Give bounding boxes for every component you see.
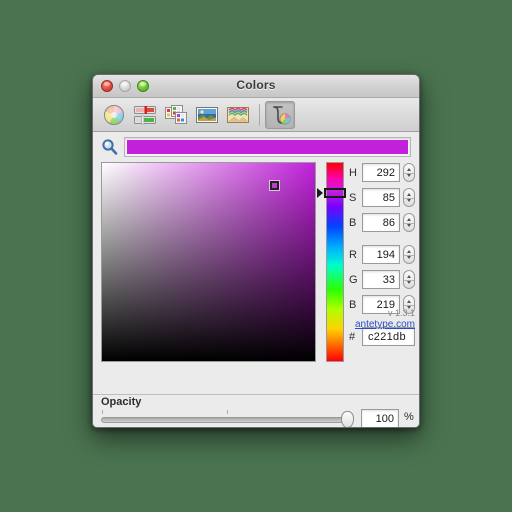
brightness-field[interactable]: 86 <box>362 213 400 232</box>
image-palettes-icon <box>196 106 218 123</box>
colors-panel-window: Colors H 292 S 85 B 86 R 194 G 33 B 219 … <box>92 74 420 428</box>
color-wheel-icon <box>104 104 124 125</box>
saturation-brightness-area[interactable] <box>101 162 316 362</box>
green-field[interactable]: 33 <box>362 270 400 289</box>
brightness-label: B <box>349 216 357 229</box>
green-stepper[interactable] <box>403 270 415 289</box>
hue-field[interactable]: 292 <box>362 163 400 182</box>
opacity-label: Opacity <box>101 396 142 408</box>
antetype-website-link[interactable]: antetype.com <box>343 319 415 330</box>
red-label: R <box>349 248 357 261</box>
search-row <box>93 132 419 161</box>
antetype-picker-icon <box>273 105 291 124</box>
toolbar-separator <box>259 103 260 126</box>
crayons-icon <box>227 106 249 123</box>
version-label: v 1.3.1 <box>387 308 415 318</box>
hue-selection-marker[interactable] <box>324 188 346 198</box>
color-sliders-icon <box>134 105 156 124</box>
tab-antetype-picker[interactable] <box>265 100 295 129</box>
opacity-slider-track[interactable] <box>101 417 353 423</box>
tab-crayons[interactable] <box>223 101 253 129</box>
color-palettes-icon <box>165 104 187 124</box>
color-swatch-field[interactable] <box>124 136 411 157</box>
red-stepper[interactable] <box>403 245 415 264</box>
picker-mode-toolbar <box>93 98 419 132</box>
hue-stepper[interactable] <box>403 163 415 182</box>
window-titlebar: Colors <box>93 75 419 98</box>
window-title: Colors <box>236 78 276 92</box>
field-row-hue: H 292 <box>349 162 415 183</box>
sb-selection-marker[interactable] <box>270 180 280 190</box>
field-row-red: R 194 <box>349 244 415 265</box>
opacity-percent-label: % <box>404 411 414 423</box>
field-row-brightness: B 86 <box>349 212 415 233</box>
opacity-tick-mid <box>227 410 228 414</box>
tab-color-palettes[interactable] <box>161 101 191 129</box>
hue-pointer-arrow <box>317 188 323 198</box>
tab-color-wheel[interactable] <box>99 101 129 129</box>
hex-label: # <box>349 330 356 343</box>
field-row-saturation: S 85 <box>349 187 415 208</box>
green-label: G <box>349 273 358 286</box>
hue-label: H <box>349 166 357 179</box>
saturation-field[interactable]: 85 <box>362 188 400 207</box>
saturation-stepper[interactable] <box>403 188 415 207</box>
current-color-swatch <box>127 139 408 154</box>
picker-body: H 292 S 85 B 86 R 194 G 33 B 219 # c221d… <box>93 132 419 395</box>
red-field[interactable]: 194 <box>362 245 400 264</box>
field-row-green: G 33 <box>349 269 415 290</box>
tab-color-sliders[interactable] <box>130 101 160 129</box>
opacity-tick-min <box>102 410 103 414</box>
tab-image-palettes[interactable] <box>192 101 222 129</box>
opacity-value-field[interactable]: 100 <box>361 409 399 427</box>
opacity-section: Opacity 100 % <box>93 395 419 427</box>
opacity-slider-knob[interactable] <box>341 411 354 427</box>
saturation-label: S <box>349 191 357 204</box>
brightness-stepper[interactable] <box>403 213 415 232</box>
magnifier-icon[interactable] <box>101 138 118 155</box>
